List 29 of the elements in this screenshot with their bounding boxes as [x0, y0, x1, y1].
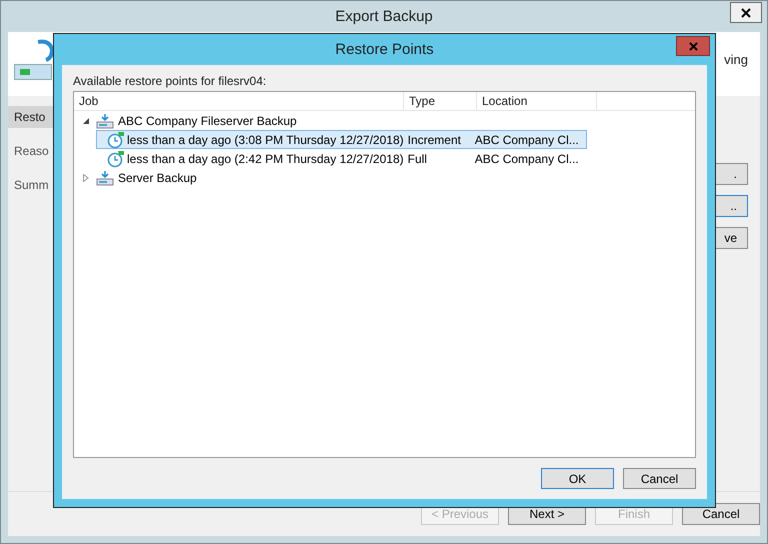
dialog-button[interactable]: Cancel — [623, 468, 696, 489]
dialog-title: Restore Points — [335, 41, 434, 58]
expander-icon[interactable] — [82, 116, 90, 124]
job-name[interactable]: Server Backup — [118, 170, 197, 184]
job-name[interactable]: ABC Company Fileserver Backup — [118, 114, 297, 128]
close-icon — [741, 8, 751, 18]
column-header[interactable]: Type — [404, 92, 477, 110]
column-header[interactable]: Job — [74, 92, 404, 110]
backup-job-icon — [96, 170, 114, 186]
location-cell: ABC Company Cl... — [474, 152, 579, 166]
dialog-button[interactable]: OK — [541, 468, 614, 489]
type-cell: Full — [408, 152, 427, 166]
location-cell: ABC Company Cl... — [474, 132, 579, 146]
restore-point-icon — [107, 150, 125, 168]
type-cell: Increment — [408, 132, 461, 146]
column-header[interactable]: Location — [477, 92, 597, 110]
restore-point-name: less than a day ago (2:42 PM Thursday 12/27/2018) — [127, 152, 404, 166]
window-title: Export Backup — [335, 8, 433, 25]
prompt-label: Available restore points for filesrv04: — [73, 74, 268, 88]
restore-point-icon — [107, 130, 125, 148]
backup-job-icon — [96, 112, 114, 128]
close-icon — [688, 42, 698, 50]
wizard-button[interactable]: Cancel — [682, 503, 760, 525]
restore-point-name: less than a day ago (3:08 PM Thursday 12/27/2018) — [127, 132, 404, 146]
progress-bar-icon — [14, 64, 52, 80]
close-button[interactable] — [730, 2, 762, 23]
restore-point-row[interactable]: less than a day ago (3:08 PM Thursday 12/27/2018) Increment ABC Company Cl... — [96, 130, 587, 149]
header-text: ving — [724, 52, 748, 67]
restore-point-row[interactable]: less than a day ago (2:42 PM Thursday 12/27/2018) Full ABC Company Cl... — [96, 149, 587, 168]
